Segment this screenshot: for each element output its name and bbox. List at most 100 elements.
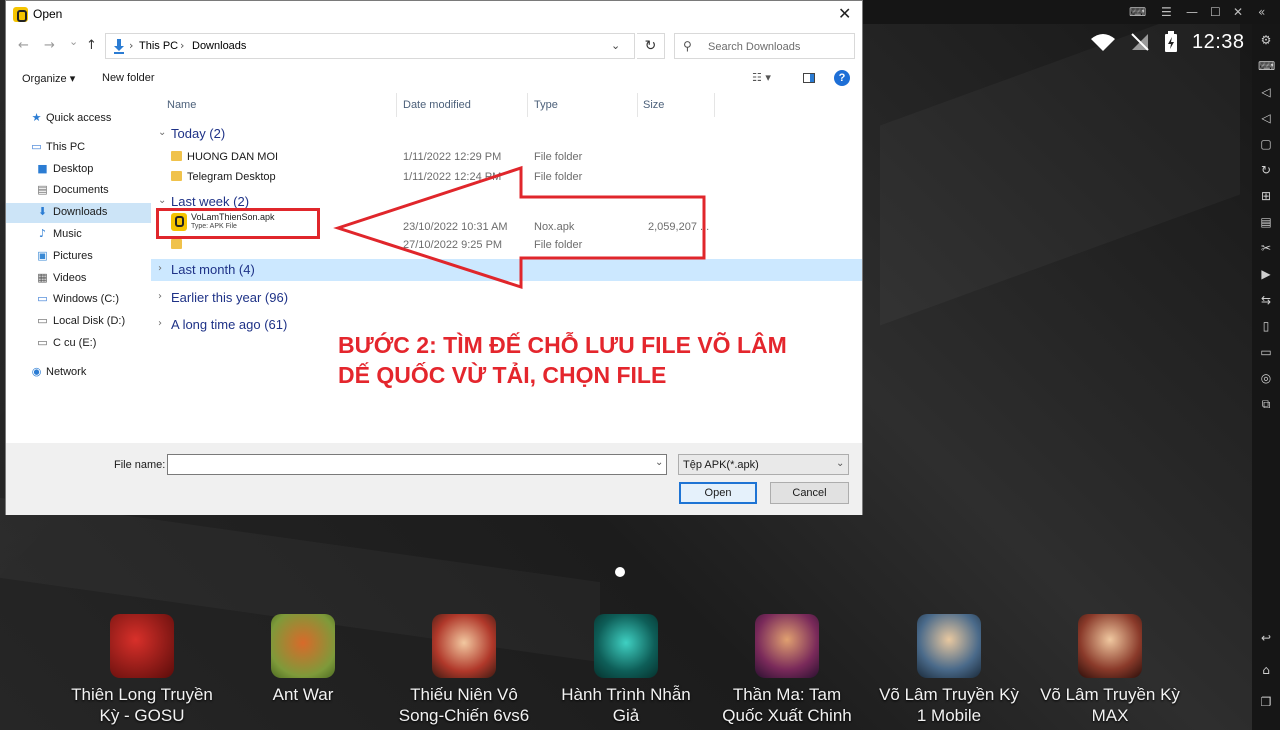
collapse-icon[interactable]: «	[1258, 4, 1265, 20]
sidebar-item-label: Downloads	[53, 206, 108, 218]
sidebar-item-videos[interactable]: ▦ Videos	[6, 269, 151, 289]
breadcrumb-separator[interactable]: ›	[180, 39, 184, 52]
scissors-icon[interactable]: ✂	[1258, 240, 1274, 256]
menu-icon[interactable]: ☰	[1161, 4, 1172, 20]
app-thieu-nien-vo-song[interactable]: Thiếu Niên Vô Song-Chiến 6vs6	[384, 614, 544, 726]
volume-down-icon[interactable]: ◁	[1258, 110, 1274, 126]
file-type-select[interactable]: Tệp APK(*.apk) ⌄	[678, 454, 849, 475]
group-last-month[interactable]: › Last month (4)	[151, 259, 862, 281]
file-name: HUONG DAN MOI	[187, 151, 279, 163]
dialog-footer: File name: ⌄ Tệp APK(*.apk) ⌄ Open Cance…	[6, 443, 862, 515]
app-hanh-trinh-nhan-gia[interactable]: Hành Trình Nhẫn Giả	[546, 614, 706, 726]
app-than-ma-tam-quoc[interactable]: Thần Ma: Tam Quốc Xuất Chinh	[707, 614, 867, 726]
keyboard-icon[interactable]: ⌨	[1258, 58, 1275, 74]
screenshot-icon[interactable]: ▢	[1258, 136, 1274, 152]
navigation-row: ← → ⌄ ↑ › This PC › Downloads ⌄ ↻ ⚲ Sear…	[6, 31, 862, 61]
app-thien-long[interactable]: Thiên Long Truyền Kỳ - GOSU	[62, 614, 222, 726]
folder-icon	[171, 151, 182, 161]
chevron-down-icon[interactable]: ⌄	[655, 457, 663, 468]
chevron-down-icon[interactable]: ⌄	[611, 39, 620, 52]
refresh-button[interactable]: ↻	[637, 33, 665, 59]
multi-instance-icon[interactable]: ⧉	[1258, 396, 1274, 412]
cancel-button[interactable]: Cancel	[770, 482, 849, 504]
minimize-icon[interactable]: —	[1186, 4, 1198, 20]
sidebar-item-downloads[interactable]: ⬇ Downloads	[6, 203, 151, 223]
open-file-dialog: Open ✕ ← → ⌄ ↑ › This PC › Downloads ⌄ ↻…	[5, 0, 863, 515]
sidebar-item-label: Windows (C:)	[53, 293, 120, 305]
shake-icon[interactable]: ▯	[1258, 318, 1274, 334]
sidebar-item-documents[interactable]: ▤ Documents	[6, 181, 151, 201]
apk-install-icon[interactable]: ▤	[1258, 214, 1274, 230]
sidebar-item-music[interactable]: ♪ Music	[6, 225, 151, 245]
view-options-icon[interactable]: ☷ ▾	[752, 71, 771, 84]
caption-line: DẾ QUỐC VỪ TẢI, CHỌN FILE	[338, 362, 667, 388]
organize-menu[interactable]: Organize ▾	[22, 72, 75, 85]
android-status-bar: 12:38	[1090, 28, 1245, 56]
downloads-folder-icon	[114, 39, 124, 54]
column-divider[interactable]	[637, 93, 638, 117]
recent-apps-icon[interactable]: ❐	[1258, 694, 1274, 710]
sidebar-item-network[interactable]: ◉ Network	[6, 363, 151, 383]
desktop-icon: ■	[37, 162, 48, 175]
record-icon[interactable]: ▶	[1258, 266, 1274, 282]
file-name-input[interactable]: ⌄	[167, 454, 667, 475]
app-ant-war[interactable]: Ant War	[223, 614, 383, 705]
column-divider[interactable]	[714, 93, 715, 117]
rotate-icon[interactable]: ↻	[1258, 162, 1274, 178]
folder-icon	[171, 239, 182, 249]
back-arrow-icon[interactable]: ←	[18, 38, 29, 53]
sidebar-item-c-cu-e[interactable]: ▭ C cu (E:)	[6, 334, 151, 354]
sidebar-item-this-pc[interactable]: ▭ This PC	[6, 138, 151, 158]
instruction-caption: BƯỚC 2: TÌM ĐẾ CHỖ LƯU FILE VÕ LÂM DẾ QU…	[338, 330, 858, 390]
new-folder-button[interactable]: New folder	[102, 72, 155, 84]
home-icon[interactable]: ⌂	[1258, 662, 1274, 678]
settings-icon[interactable]: ⚙	[1258, 32, 1274, 48]
column-header-type[interactable]: Type	[534, 99, 558, 111]
breadcrumb-this-pc[interactable]: This PC	[139, 40, 178, 52]
column-divider[interactable]	[396, 93, 397, 117]
sync-icon[interactable]: ⇆	[1258, 292, 1274, 308]
sidebar-item-local-disk-d[interactable]: ▭ Local Disk (D:)	[6, 312, 151, 332]
volume-up-icon[interactable]: ◁	[1258, 84, 1274, 100]
vo-lam-max-app-icon	[1078, 614, 1142, 678]
column-header-size[interactable]: Size	[643, 99, 664, 111]
close-icon[interactable]: ✕	[838, 4, 851, 23]
column-divider[interactable]	[527, 93, 528, 117]
folder-icon[interactable]: ▭	[1258, 344, 1274, 360]
app-vo-lam-1-mobile[interactable]: Võ Lâm Truyền Kỳ 1 Mobile	[869, 614, 1029, 726]
forward-arrow-icon[interactable]: →	[44, 38, 55, 53]
file-row[interactable]: Telegram Desktop 1/11/2022 12:24 PM File…	[151, 167, 862, 187]
navigation-pane: ★ Quick access ▭ This PC ■ Desktop ▤ Doc…	[6, 93, 151, 443]
sidebar-item-desktop[interactable]: ■ Desktop	[6, 160, 151, 180]
add-app-icon[interactable]: ⊞	[1258, 188, 1274, 204]
sidebar-item-label: Videos	[53, 272, 87, 284]
open-button[interactable]: Open	[679, 482, 757, 504]
sidebar-item-pictures[interactable]: ▣ Pictures	[6, 247, 151, 267]
app-label: Thiên Long Truyền Kỳ - GOSU	[71, 685, 213, 725]
column-header-name[interactable]: Name	[167, 99, 196, 111]
column-header-date[interactable]: Date modified	[403, 99, 471, 111]
group-today[interactable]: ⌄ Today (2)	[151, 123, 862, 145]
group-earlier-this-year[interactable]: › Earlier this year (96)	[151, 287, 862, 309]
file-row[interactable]: HUONG DAN MOI 1/11/2022 12:29 PM File fo…	[151, 147, 862, 167]
close-window-icon[interactable]: ✕	[1233, 4, 1243, 20]
sidebar-item-label: Local Disk (D:)	[53, 315, 126, 327]
location-icon[interactable]: ◎	[1258, 370, 1274, 386]
breadcrumb-downloads[interactable]: Downloads	[192, 40, 246, 52]
drive-icon: ▭	[37, 336, 48, 349]
sidebar-item-quick-access[interactable]: ★ Quick access	[6, 109, 151, 129]
preview-pane-icon[interactable]	[803, 73, 815, 83]
search-input[interactable]: ⚲ Search Downloads	[674, 33, 855, 59]
gamepad-icon[interactable]: ⌨	[1129, 4, 1146, 20]
recent-locations-icon[interactable]: ⌄	[69, 35, 78, 48]
app-vo-lam-max[interactable]: Võ Lâm Truyền Kỳ MAX	[1030, 614, 1190, 726]
drive-icon: ▭	[37, 292, 48, 305]
maximize-icon[interactable]: ☐	[1210, 4, 1221, 20]
up-arrow-icon[interactable]: ↑	[86, 38, 97, 53]
sidebar-item-windows-c[interactable]: ▭ Windows (C:)	[6, 290, 151, 310]
address-bar[interactable]: › This PC › Downloads ⌄	[105, 33, 635, 59]
no-signal-icon	[1131, 33, 1149, 51]
group-label: Today (2)	[171, 126, 226, 141]
help-icon[interactable]: ?	[834, 70, 850, 86]
back-icon[interactable]: ↩	[1258, 630, 1274, 646]
